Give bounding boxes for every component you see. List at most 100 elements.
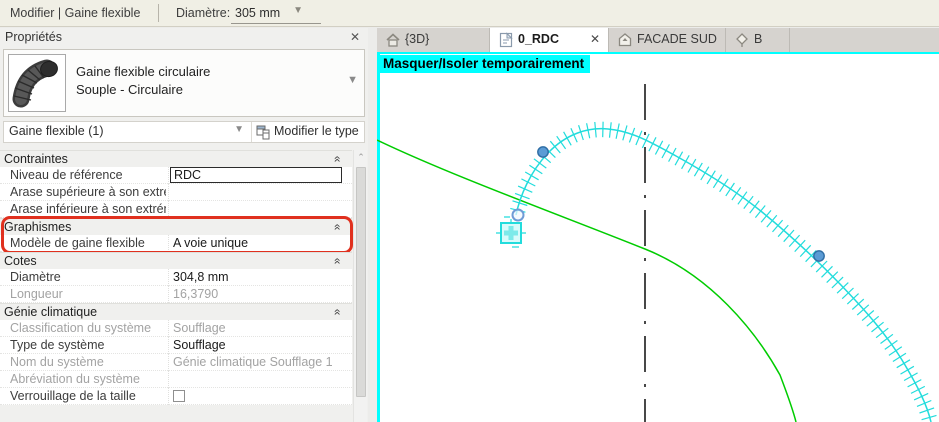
- type-family-name: Gaine flexible circulaire: [76, 64, 211, 79]
- property-label: Modèle de gaine flexible: [10, 236, 145, 250]
- view-tab-b[interactable]: B: [726, 28, 790, 52]
- property-row: Niveau de référence RDC: [0, 167, 352, 184]
- property-label: Niveau de référence: [10, 168, 123, 182]
- view-tab-0-rdc[interactable]: 0_RDC ✕: [490, 28, 609, 52]
- property-label: Type de système: [10, 338, 105, 352]
- edit-type-icon: [256, 125, 270, 140]
- properties-header: Propriétés ✕: [0, 28, 368, 48]
- property-value: 16,3790: [173, 287, 219, 301]
- property-value-cell: 16,3790: [168, 286, 352, 303]
- property-value: 304,8 mm: [173, 270, 229, 284]
- close-tab-icon[interactable]: ✕: [590, 32, 600, 46]
- property-label: Arase inférieure à son extrém...: [10, 202, 166, 216]
- diameter-combo[interactable]: 305 mm ▼: [231, 2, 321, 24]
- section-header[interactable]: Génie climatique»: [0, 303, 352, 320]
- view-tab-facade-sud[interactable]: FACADE SUD: [609, 28, 726, 52]
- duct-drag-handle[interactable]: [813, 250, 825, 262]
- type-name: Souple - Circulaire: [76, 82, 183, 97]
- properties-scrollbar[interactable]: ⌃: [353, 150, 367, 422]
- property-value: A voie unique: [173, 236, 249, 250]
- property-section: Cotes» Diamètre 304,8 mm Longueur 16,3790: [0, 252, 352, 303]
- property-label: Longueur: [10, 287, 63, 301]
- edit-type-button[interactable]: Modifier le type: [251, 122, 365, 142]
- property-value-cell: [168, 371, 352, 388]
- view-tab-label: FACADE SUD: [637, 32, 717, 46]
- property-value: Génie climatique Soufflage 1: [173, 355, 333, 369]
- property-label: Classification du système: [10, 321, 152, 335]
- flex-duct-centerline[interactable]: [515, 127, 932, 422]
- diameter-value: 305 mm: [235, 6, 281, 20]
- property-label: Arase supérieure à son extré...: [10, 185, 166, 199]
- duct-end-handle[interactable]: [511, 208, 525, 222]
- property-section: Contraintes» Niveau de référence RDC Arase …: [0, 150, 352, 218]
- instance-filter-row: Gaine flexible (1) ▼ Modifier le type: [3, 121, 365, 143]
- section-label: Cotes: [4, 254, 37, 268]
- flex-duct-tick-marks: [510, 121, 937, 421]
- view-tab-label: {3D}: [405, 32, 430, 46]
- green-system-curve[interactable]: [377, 139, 797, 422]
- property-row: Arase supérieure à son extré...: [0, 184, 352, 201]
- property-section: Graphismes» Modèle de gaine flexible A voi…: [0, 216, 353, 254]
- hide-isolate-banner[interactable]: Masquer/Isoler temporairement: [380, 55, 591, 73]
- chevron-down-icon: ▼: [234, 124, 244, 135]
- property-label: Diamètre: [10, 270, 61, 284]
- type-preview-image: [8, 54, 66, 112]
- property-row: Type de système Soufflage: [0, 337, 352, 354]
- properties-title: Propriétés: [5, 30, 62, 44]
- type-selector[interactable]: Gaine flexible circulaire Souple - Circu…: [3, 49, 365, 117]
- flex-duct-elbow-image: [12, 59, 58, 108]
- diameter-label: Diamètre:: [176, 6, 231, 20]
- home-3d-icon: [385, 32, 401, 53]
- options-separator: [158, 4, 159, 22]
- property-value-cell: Soufflage: [168, 320, 352, 337]
- view-tab-label: B: [754, 32, 763, 46]
- property-row: Verrouillage de la taille: [0, 388, 352, 405]
- property-value-cell[interactable]: Soufflage: [168, 337, 352, 354]
- property-value: Soufflage: [173, 321, 226, 335]
- section-icon: [734, 32, 750, 53]
- property-value: Soufflage: [173, 338, 226, 352]
- property-section: Génie climatique» Classification du systè…: [0, 303, 352, 405]
- view-tab-bar: {3D} 0_RDC ✕ FACADE SUD B: [377, 28, 939, 52]
- section-header[interactable]: Graphismes»: [0, 218, 352, 235]
- property-value-cell[interactable]: RDC: [168, 167, 352, 184]
- scrollbar-thumb[interactable]: [356, 167, 366, 397]
- property-value-cell[interactable]: [168, 388, 352, 405]
- property-row: Arase inférieure à son extrém...: [0, 201, 352, 218]
- instance-filter-value: Gaine flexible (1): [9, 124, 104, 138]
- property-row: Abréviation du système: [0, 371, 352, 388]
- edit-type-label: Modifier le type: [274, 124, 359, 138]
- section-label: Contraintes: [4, 152, 68, 166]
- view-tab--3d-[interactable]: {3D}: [377, 28, 490, 52]
- property-row: Classification du système Soufflage: [0, 320, 352, 337]
- duct-drag-handle[interactable]: [537, 146, 549, 158]
- property-value-cell: Génie climatique Soufflage 1: [168, 354, 352, 371]
- property-row: Nom du système Génie climatique Soufflage…: [0, 354, 352, 371]
- property-label: Nom du système: [10, 355, 104, 369]
- property-row: Modèle de gaine flexible A voie unique: [0, 235, 352, 252]
- section-label: Génie climatique: [4, 305, 98, 319]
- property-label: Verrouillage de la taille: [10, 389, 136, 403]
- scroll-up-icon[interactable]: ⌃: [354, 152, 368, 163]
- chevron-down-icon[interactable]: ▼: [347, 74, 358, 86]
- floor-plan-icon: [498, 32, 514, 53]
- property-value-cell[interactable]: [168, 184, 352, 201]
- property-value-cell[interactable]: A voie unique: [168, 235, 352, 252]
- section-label: Graphismes: [4, 220, 72, 234]
- section-header[interactable]: Cotes»: [0, 252, 352, 269]
- size-lock-checkbox[interactable]: [173, 390, 185, 402]
- chevron-down-icon: ▼: [293, 5, 303, 16]
- property-value: RDC: [174, 168, 202, 182]
- property-value-cell[interactable]: 304,8 mm: [168, 269, 352, 286]
- elevation-icon: [617, 32, 633, 53]
- view-tab-label: 0_RDC: [518, 32, 559, 46]
- section-header[interactable]: Contraintes»: [0, 150, 352, 167]
- instance-filter-combo[interactable]: Gaine flexible (1) ▼: [4, 122, 250, 142]
- property-edit-field[interactable]: RDC: [170, 167, 342, 183]
- mode-label: Modifier | Gaine flexible: [10, 6, 141, 20]
- drawing-canvas[interactable]: [377, 52, 939, 422]
- property-value-cell[interactable]: [168, 201, 352, 218]
- property-grid: Contraintes» Niveau de référence RDC Arase …: [0, 150, 353, 405]
- close-icon[interactable]: ✕: [350, 30, 360, 44]
- property-label: Abréviation du système: [10, 372, 140, 386]
